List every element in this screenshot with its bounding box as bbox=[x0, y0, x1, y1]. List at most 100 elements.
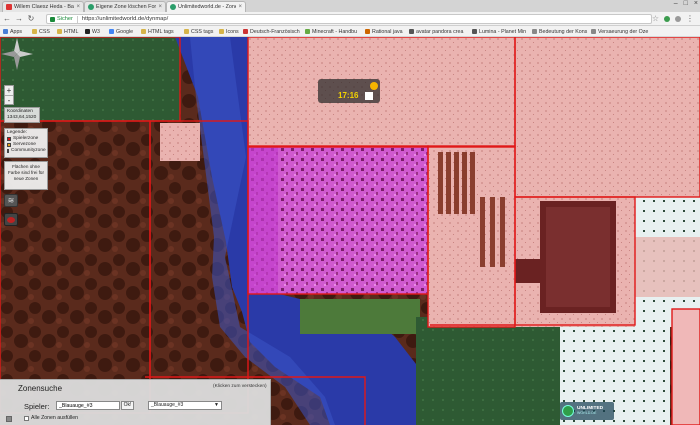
url-text: https://unlimitedworld.de/dynmap/ bbox=[81, 16, 169, 22]
google-icon bbox=[109, 29, 114, 34]
bookmark-html[interactable]: HTML bbox=[57, 27, 78, 36]
checkbox-icon bbox=[24, 415, 29, 421]
folder-icon bbox=[141, 29, 146, 34]
free-area-hint: Flächen ohne Farbe sind frei für neue Zo… bbox=[4, 161, 48, 190]
zone-select-value: _Blauauge_#3 bbox=[151, 402, 184, 408]
window-controls: – □ × bbox=[674, 0, 698, 7]
player-label: Spieler: bbox=[24, 402, 50, 411]
globe-icon bbox=[562, 405, 574, 417]
bookmark-minecraft[interactable]: Minecraft - Handbu bbox=[305, 27, 357, 36]
bookmark-avatar[interactable]: avatar pandora crea bbox=[409, 27, 463, 36]
minimize-icon[interactable]: – bbox=[674, 0, 678, 7]
legend-item: Communityzone bbox=[7, 148, 46, 154]
bookmark-bedeutung[interactable]: Bedeutung der Kons bbox=[532, 27, 587, 36]
record-icon bbox=[7, 217, 15, 223]
fill-all-label: Alle Zonen ausfüllen bbox=[31, 415, 79, 421]
bookmark-css[interactable]: CSS bbox=[32, 27, 50, 36]
layers-button[interactable]: ≋ bbox=[4, 194, 18, 207]
bookmark-versaeurung[interactable]: Versaeurung der Oze bbox=[591, 27, 648, 36]
legend-swatch bbox=[7, 137, 11, 141]
close-icon[interactable]: × bbox=[238, 4, 242, 10]
bookmark-label: Lumina - Planet Min bbox=[479, 28, 527, 35]
legend-panel: Legende: Spielerzone Servezone Community… bbox=[4, 128, 48, 158]
bookmark-lumina[interactable]: Lumina - Planet Min bbox=[472, 27, 526, 36]
reload-icon[interactable]: ↻ bbox=[26, 14, 36, 23]
forward-icon[interactable]: → bbox=[14, 14, 24, 23]
close-icon[interactable]: × bbox=[158, 4, 162, 10]
brand-text: UNLIMITED WORLD.DE bbox=[577, 406, 603, 416]
bookmark-label: Deutsch-Französisch bbox=[250, 28, 300, 35]
layers-icon: ≋ bbox=[7, 196, 15, 205]
back-icon[interactable]: ← bbox=[2, 14, 12, 23]
bookmark-apps[interactable]: Apps bbox=[3, 27, 22, 36]
folder-icon bbox=[184, 29, 189, 34]
toolbar-icons: ☆ ⋮ bbox=[652, 14, 694, 23]
menu-icon[interactable]: ⋮ bbox=[686, 14, 694, 23]
tab-2[interactable]: Eigene Zone löschen For × bbox=[84, 1, 166, 12]
tab-title: Willem Claesz Heda - Ba bbox=[14, 4, 74, 10]
bookmark-label: W3 bbox=[92, 28, 100, 35]
bookmark-icon bbox=[409, 29, 414, 34]
lock-icon bbox=[50, 16, 55, 22]
zone-search-title: Zonensuche bbox=[18, 384, 63, 393]
sun-icon bbox=[370, 82, 378, 90]
bookmark-label: Minecraft - Handbu bbox=[312, 28, 358, 35]
fill-all-checkbox[interactable]: Alle Zonen ausfüllen bbox=[24, 415, 78, 421]
record-button[interactable] bbox=[4, 213, 18, 226]
tab-title: Unlimitedworld.de - Zonen bbox=[178, 4, 237, 10]
bookmark-label: Google bbox=[116, 28, 134, 35]
bookmark-label: avatar pandora crea bbox=[416, 28, 464, 35]
extension-icon[interactable] bbox=[664, 15, 670, 22]
hide-panel-link[interactable]: (Klicken zum verstecken) bbox=[213, 384, 267, 389]
tab-1[interactable]: Willem Claesz Heda - Ba × bbox=[2, 1, 84, 12]
zoom-out-button[interactable]: - bbox=[5, 95, 13, 105]
zone-search-panel: Zonensuche (Klicken zum verstecken) Spie… bbox=[0, 379, 271, 425]
url-input[interactable]: Sicher https://unlimitedworld.de/dynmap/ bbox=[46, 14, 652, 24]
bookmark-label: CSS bbox=[39, 28, 50, 35]
bookmark-icons[interactable]: Icons bbox=[219, 27, 239, 36]
bookmark-label: HTML tags bbox=[148, 28, 174, 35]
bookmark-label: HTML bbox=[64, 28, 79, 35]
bookmark-css-tags[interactable]: CSS tags bbox=[184, 27, 213, 36]
bookmark-google[interactable]: Google bbox=[109, 27, 133, 36]
time-display: 17:16 bbox=[318, 79, 380, 103]
folder-icon bbox=[57, 29, 62, 34]
bookmark-label: Icons bbox=[226, 28, 239, 35]
address-bar: ← → ↻ Sicher https://unlimitedworld.de/d… bbox=[0, 12, 700, 26]
close-icon[interactable]: × bbox=[76, 4, 80, 10]
bookmark-deutsch[interactable]: Deutsch-Französisch bbox=[243, 27, 300, 36]
panel-icon bbox=[6, 416, 12, 422]
maximize-icon[interactable]: □ bbox=[684, 0, 688, 7]
bookmark-icon bbox=[532, 29, 537, 34]
extension-icon[interactable] bbox=[675, 15, 681, 22]
legend-swatch bbox=[7, 143, 11, 147]
apps-icon bbox=[3, 29, 8, 34]
coordinates-panel: Koordinaten 1343,64,1520 bbox=[4, 107, 40, 123]
dynmap-view[interactable]: 17:16 + - Koordinaten 1343,64,1520 Legen… bbox=[0, 37, 700, 425]
java-icon bbox=[365, 29, 370, 34]
bookmark-icon bbox=[591, 29, 596, 34]
bookmark-rational[interactable]: Rational java bbox=[365, 27, 403, 36]
player-input[interactable] bbox=[56, 401, 120, 410]
tab-favicon bbox=[88, 4, 94, 10]
tab-strip: Willem Claesz Heda - Ba × Eigene Zone lö… bbox=[0, 0, 700, 12]
brand-logo: UNLIMITED WORLD.DE bbox=[560, 402, 614, 420]
bookmark-label: Bedeutung der Kons bbox=[539, 28, 588, 35]
bookmark-html-tags[interactable]: HTML tags bbox=[141, 27, 174, 36]
tab-favicon bbox=[6, 4, 12, 10]
bookmark-w3[interactable]: W3 bbox=[85, 27, 100, 36]
zoom-in-button[interactable]: + bbox=[5, 86, 13, 95]
brand-sub: WORLD.DE bbox=[577, 411, 597, 415]
tab-favicon bbox=[170, 4, 176, 10]
zone-select[interactable]: _Blauauge_#3 ▼ bbox=[148, 401, 222, 410]
bookmark-icon bbox=[472, 29, 477, 34]
window-close-icon[interactable]: × bbox=[694, 0, 698, 7]
folder-icon bbox=[32, 29, 37, 34]
divider bbox=[76, 15, 78, 23]
legend-label: Communityzone bbox=[11, 148, 46, 153]
bookmark-star-icon[interactable]: ☆ bbox=[652, 14, 659, 23]
clock-time: 17:16 bbox=[338, 91, 359, 100]
legend-swatch bbox=[7, 149, 9, 153]
tab-3[interactable]: Unlimitedworld.de - Zonen × bbox=[166, 1, 246, 12]
ok-button[interactable]: Ok! bbox=[121, 401, 134, 410]
